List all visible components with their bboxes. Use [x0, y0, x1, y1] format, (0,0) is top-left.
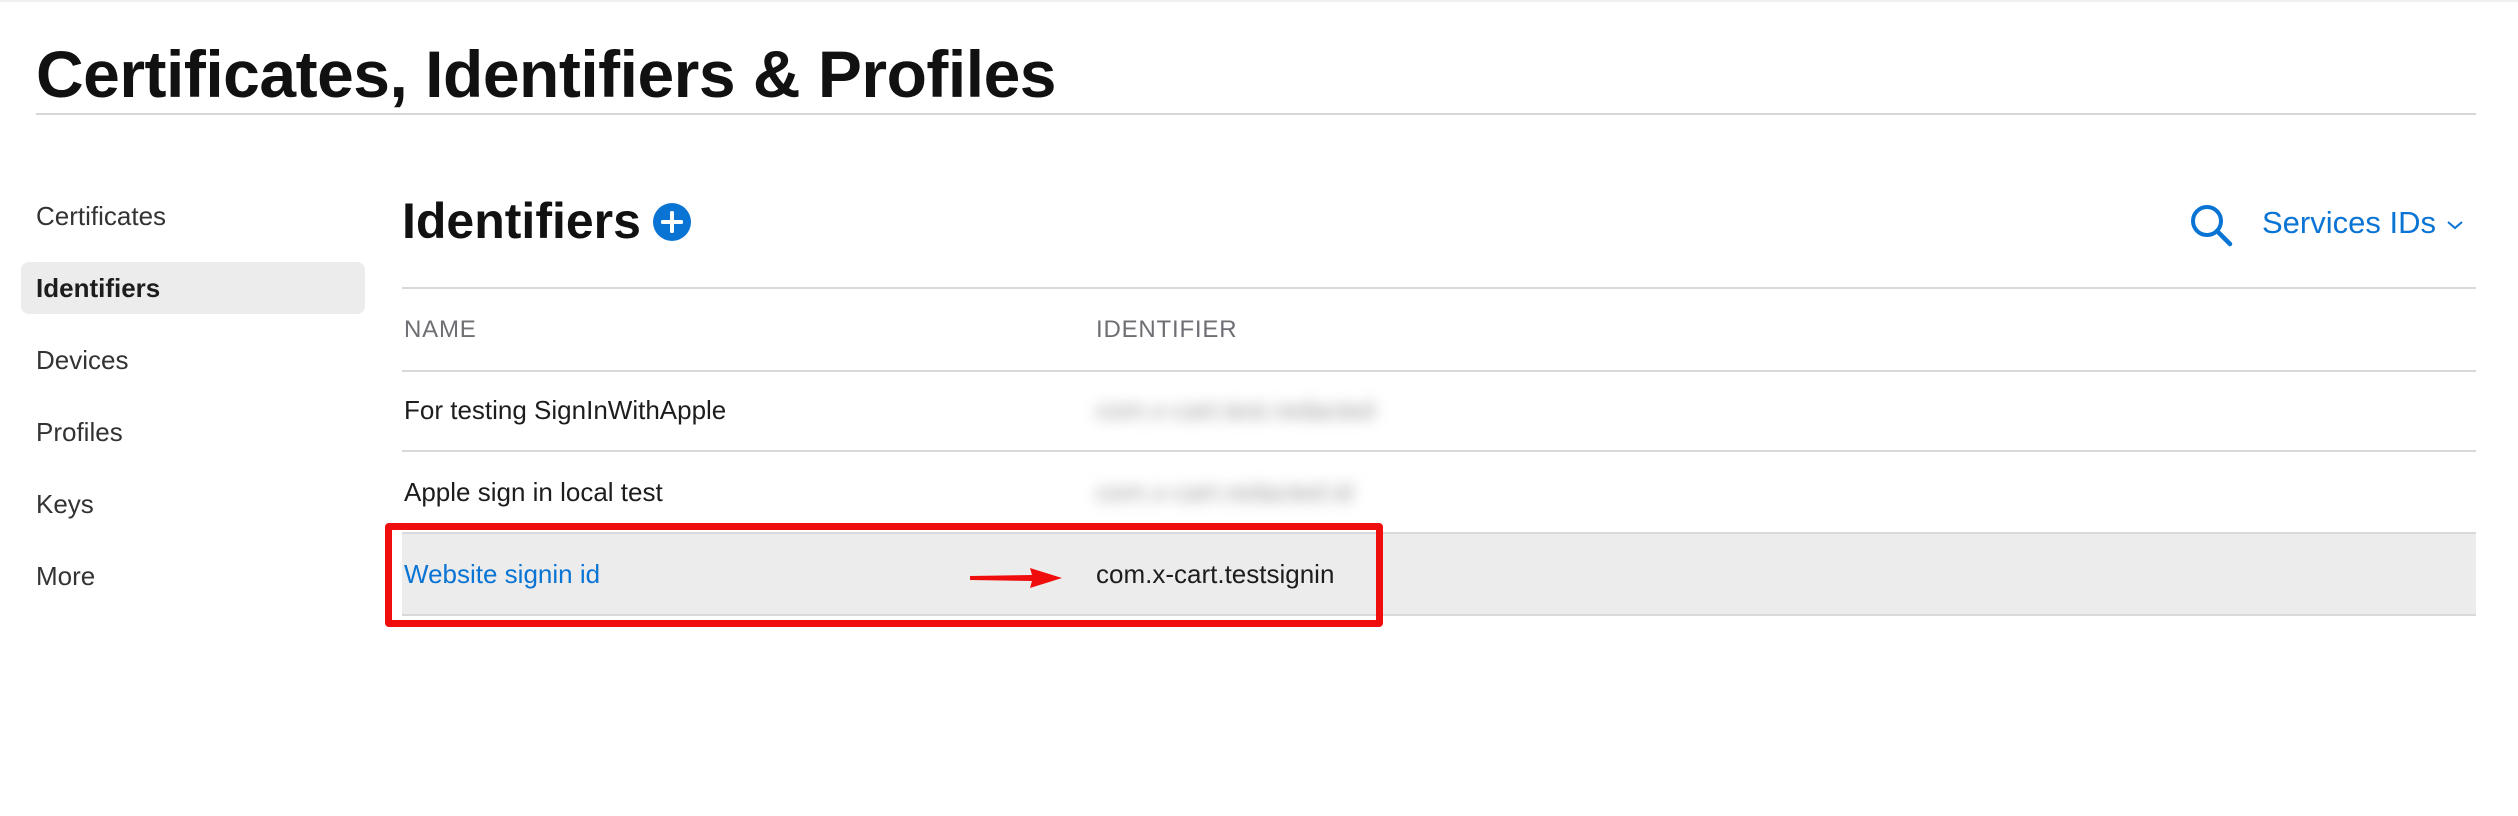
sidebar: Certificates Identifiers Devices Profile… [21, 190, 365, 622]
row-name: Apple sign in local test [404, 477, 663, 507]
identifier-type-label: Services IDs [2262, 205, 2436, 240]
row-identifier-redacted: com.x-cart.test.redacted [1096, 395, 1375, 425]
sidebar-item-profiles[interactable]: Profiles [21, 406, 365, 458]
column-header-identifier[interactable]: IDENTIFIER [1096, 316, 1237, 344]
column-header-name[interactable]: NAME [404, 316, 477, 344]
row-divider [402, 614, 2476, 616]
identifier-type-select[interactable]: Services IDs [2262, 200, 2464, 246]
top-rule [0, 0, 2518, 2]
table-top-divider [402, 287, 2476, 289]
table-row[interactable]: For testing SignInWithApple com.x-cart.t… [402, 370, 2476, 452]
row-identifier-redacted: com.x-cart.redacted.id [1096, 477, 1354, 507]
sidebar-item-certificates[interactable]: Certificates [21, 190, 365, 242]
table-row[interactable]: Apple sign in local test com.x-cart.reda… [402, 452, 2476, 534]
plus-circle-icon[interactable] [652, 202, 692, 242]
title-divider [36, 113, 2476, 115]
search-icon[interactable] [2188, 202, 2234, 248]
sidebar-item-keys[interactable]: Keys [21, 478, 365, 530]
section-title: Identifiers [402, 193, 641, 249]
page-title: Certificates, Identifiers & Profiles [36, 37, 1057, 111]
row-name-link[interactable]: Website signin id [404, 534, 600, 614]
row-name: For testing SignInWithApple [404, 395, 727, 425]
row-divider [402, 370, 2476, 372]
sidebar-item-identifiers[interactable]: Identifiers [21, 262, 365, 314]
chevron-down-icon [2447, 221, 2463, 230]
sidebar-item-more[interactable]: More [21, 550, 365, 602]
row-identifier: com.x-cart.testsignin [1096, 559, 1335, 589]
table-row-selected[interactable]: Website signin id com.x-cart.testsignin [402, 534, 2476, 616]
sidebar-item-devices[interactable]: Devices [21, 334, 365, 386]
